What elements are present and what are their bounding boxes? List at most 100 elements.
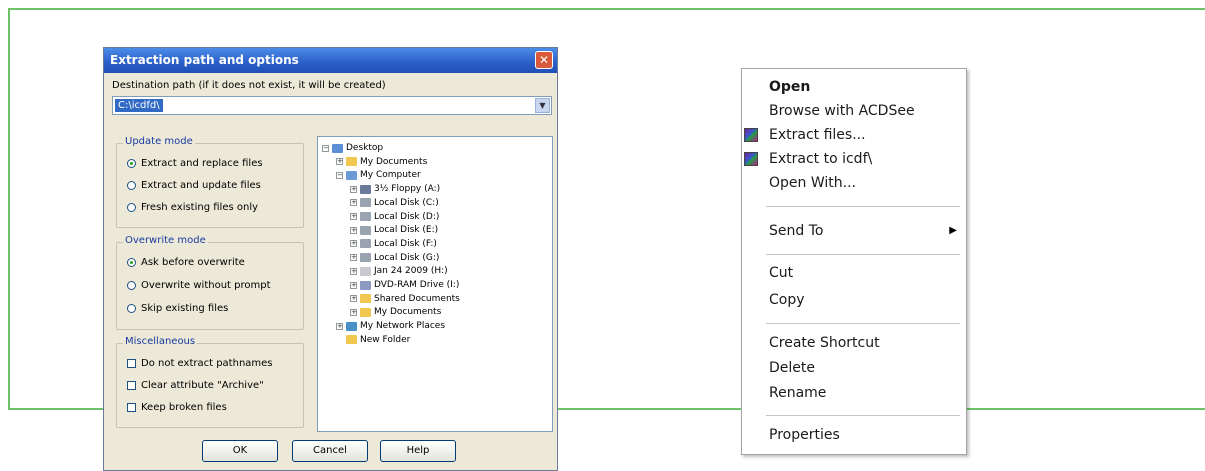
tree-node[interactable]: + Local Disk (F:) [350, 239, 437, 249]
disk-icon [360, 212, 371, 221]
computer-icon [346, 170, 357, 180]
menu-item-extract-to[interactable]: Extract to icdf\ [742, 147, 966, 171]
menu-separator [766, 323, 960, 324]
option-label: Fresh existing files only [141, 202, 259, 213]
menu-item-label: Send To [769, 223, 824, 239]
menu-item-properties[interactable]: Properties [742, 423, 966, 447]
winrar-icon [744, 128, 758, 142]
radio-button[interactable] [127, 258, 136, 267]
menu-item-cut[interactable]: Cut [742, 261, 966, 285]
chevron-down-icon[interactable]: ▼ [535, 98, 550, 113]
menu-item-delete[interactable]: Delete [742, 356, 966, 380]
menu-item-label: Delete [769, 360, 815, 376]
folder-icon [346, 157, 357, 167]
tree-node-label: My Computer [360, 170, 421, 181]
frame-bottom-line-right [967, 408, 1205, 410]
expand-icon[interactable]: + [350, 240, 357, 248]
expand-icon[interactable]: + [350, 308, 357, 316]
menu-item-label: Properties [769, 427, 840, 443]
folder-icon [360, 294, 371, 304]
menu-item-copy[interactable]: Copy [742, 288, 966, 312]
option-label: Skip existing files [141, 303, 229, 314]
radio-button[interactable] [127, 203, 136, 212]
radio-button[interactable] [127, 159, 136, 168]
tree-node[interactable]: + Local Disk (E:) [350, 225, 438, 235]
checkbox[interactable] [127, 381, 136, 390]
destination-path-combobox[interactable]: C:\icdfd\ ▼ [112, 96, 552, 115]
overwrite-mode-group: Overwrite mode Ask before overwrite Over… [116, 235, 304, 330]
expand-icon[interactable]: + [350, 267, 357, 275]
menu-item-open-with[interactable]: Open With... [742, 171, 966, 195]
menu-item-send-to[interactable]: Send To ▶ [742, 219, 966, 243]
folder-tree[interactable]: − Desktop + My Documents − My Computer +3½ Flo… [317, 136, 553, 432]
tree-node-label: 3½ Floppy (A:) [374, 184, 441, 195]
menu-item-browse-acdsee[interactable]: Browse with ACDSee [742, 99, 966, 123]
tree-node[interactable]: + Jan 24 2009 (H:) [350, 266, 448, 276]
destination-path-value[interactable]: C:\icdfd\ [115, 99, 163, 112]
tree-node-label: Local Disk (D:) [374, 211, 440, 222]
radio-button[interactable] [127, 281, 136, 290]
tree-node-label: My Documents [360, 156, 428, 167]
radio-button[interactable] [127, 304, 136, 313]
expand-icon[interactable]: + [336, 158, 343, 166]
tree-node[interactable]: − My Computer [336, 170, 421, 180]
menu-item-label: Open [769, 79, 811, 95]
tree-node-label: Local Disk (C:) [374, 197, 439, 208]
option-label: Clear attribute "Archive" [141, 380, 264, 391]
expand-icon[interactable]: + [350, 199, 357, 207]
radio-extract-update[interactable]: Extract and update files [127, 180, 261, 191]
menu-item-extract-files[interactable]: Extract files... [742, 123, 966, 147]
folder-icon [360, 307, 371, 317]
close-button[interactable]: ✕ [535, 51, 553, 69]
expand-icon[interactable]: + [350, 254, 357, 262]
expand-icon[interactable]: + [336, 322, 343, 330]
destination-path-label: Destination path (if it does not exist, … [112, 80, 386, 91]
check-keep-broken[interactable]: Keep broken files [127, 402, 227, 413]
expand-icon[interactable]: + [350, 226, 357, 234]
radio-overwrite-without-prompt[interactable]: Overwrite without prompt [127, 280, 271, 291]
tree-node[interactable]: + My Documents [350, 307, 441, 317]
menu-item-rename[interactable]: Rename [742, 381, 966, 405]
check-clear-archive[interactable]: Clear attribute "Archive" [127, 380, 264, 391]
menu-item-open[interactable]: Open [742, 75, 966, 99]
expand-icon[interactable]: + [350, 295, 357, 303]
option-label: Extract and replace files [141, 158, 263, 169]
expand-icon[interactable]: + [350, 213, 357, 220]
radio-ask-before-overwrite[interactable]: Ask before overwrite [127, 257, 245, 268]
menu-separator [766, 254, 960, 255]
tree-node[interactable]: New Folder [336, 335, 410, 345]
tree-node[interactable]: + DVD-RAM Drive (I:) [350, 280, 459, 290]
disk-icon [360, 198, 371, 208]
menu-separator [766, 415, 960, 416]
cancel-button[interactable]: Cancel [292, 440, 368, 462]
tree-node[interactable]: − Desktop [322, 143, 383, 153]
radio-skip-existing[interactable]: Skip existing files [127, 303, 228, 314]
update-mode-group: Update mode Extract and replace files Ex… [116, 136, 304, 228]
radio-fresh-existing[interactable]: Fresh existing files only [127, 202, 258, 213]
expand-icon[interactable]: + [350, 185, 357, 193]
tree-node[interactable]: + My Network Places [336, 321, 445, 331]
tree-node[interactable]: +3½ Floppy (A:) [350, 184, 440, 194]
checkbox[interactable] [127, 403, 136, 412]
tree-node[interactable]: + Local Disk (C:) [350, 198, 439, 208]
collapse-icon[interactable]: − [336, 171, 343, 179]
radio-extract-replace[interactable]: Extract and replace files [127, 158, 263, 169]
dialog-titlebar[interactable]: Extraction path and options ✕ [104, 48, 557, 73]
tree-node[interactable]: + Local Disk (G:) [350, 253, 439, 263]
menu-item-label: Extract files... [769, 127, 866, 143]
tree-node[interactable]: + Shared Documents [350, 294, 460, 304]
option-label: Do not extract pathnames [141, 358, 273, 369]
expand-icon[interactable]: + [350, 281, 357, 289]
tree-node[interactable]: + My Documents [336, 157, 427, 167]
ok-button[interactable]: OK [202, 440, 278, 462]
checkbox[interactable] [127, 359, 136, 368]
check-no-pathnames[interactable]: Do not extract pathnames [127, 358, 273, 369]
context-menu: Open Browse with ACDSee Extract files...… [741, 68, 967, 455]
option-label: Keep broken files [141, 402, 227, 413]
tree-node[interactable]: + Local Disk (D:) [350, 212, 439, 222]
menu-item-create-shortcut[interactable]: Create Shortcut [742, 331, 966, 355]
help-button[interactable]: Help [380, 440, 456, 462]
radio-button[interactable] [127, 181, 136, 190]
tree-node-label: My Network Places [360, 321, 446, 332]
collapse-icon[interactable]: − [322, 144, 329, 152]
